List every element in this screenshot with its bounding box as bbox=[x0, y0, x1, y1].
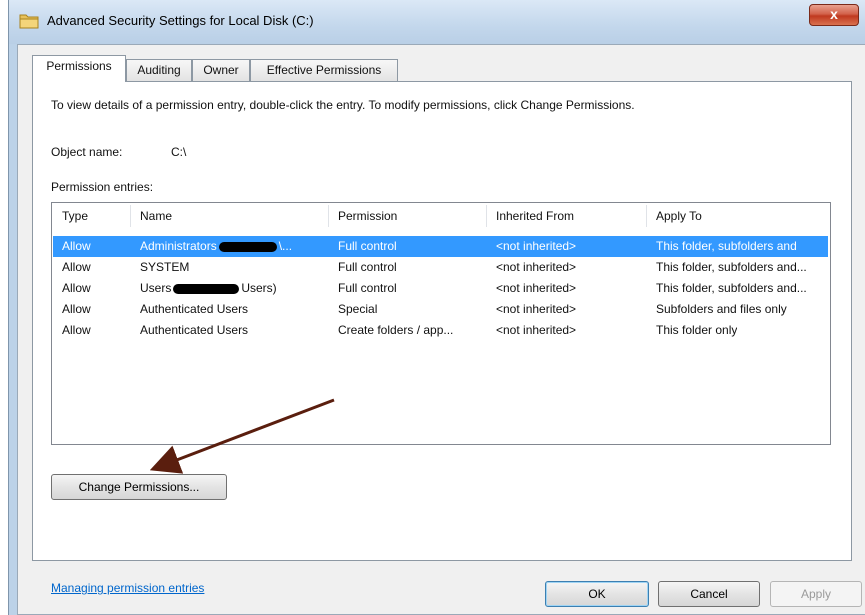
permission-entries-label: Permission entries: bbox=[51, 180, 154, 194]
cell-type: Allow bbox=[62, 239, 91, 253]
cell-permission: Special bbox=[338, 302, 378, 316]
column-header-name[interactable]: Name bbox=[140, 209, 172, 223]
cell-name: Authenticated Users bbox=[140, 302, 249, 316]
list-header: Type Name Permission Inherited From Appl… bbox=[52, 203, 830, 229]
cell-inherited-from: <not inherited> bbox=[496, 281, 577, 295]
cell-apply-to: This folder, subfolders and... bbox=[656, 281, 807, 295]
cell-permission: Full control bbox=[338, 281, 397, 295]
cell-inherited-from: <not inherited> bbox=[496, 302, 577, 316]
cell-type: Allow bbox=[62, 302, 91, 316]
permissions-panel: To view details of a permission entry, d… bbox=[32, 81, 852, 595]
cell-name: Users Users) bbox=[140, 281, 277, 295]
table-row[interactable]: Allow Administrators \... Full control <n… bbox=[53, 236, 828, 257]
redaction-mark bbox=[173, 283, 240, 294]
cell-apply-to: This folder only bbox=[656, 323, 738, 337]
redaction-mark bbox=[218, 241, 277, 252]
column-header-permission[interactable]: Permission bbox=[338, 209, 397, 223]
cell-type: Allow bbox=[62, 260, 91, 274]
cell-name: Administrators \... bbox=[140, 239, 293, 253]
managing-permission-entries-link[interactable]: Managing permission entries bbox=[51, 581, 204, 595]
cell-name: SYSTEM bbox=[140, 260, 190, 274]
permission-entries-list[interactable]: Type Name Permission Inherited From Appl… bbox=[51, 202, 831, 445]
column-divider[interactable] bbox=[486, 205, 487, 227]
column-header-type[interactable]: Type bbox=[62, 209, 88, 223]
column-divider[interactable] bbox=[328, 205, 329, 227]
column-divider[interactable] bbox=[646, 205, 647, 227]
cell-type: Allow bbox=[62, 281, 91, 295]
cell-permission: Full control bbox=[338, 239, 397, 253]
security-settings-window: Advanced Security Settings for Local Dis… bbox=[8, 0, 865, 615]
close-icon: x bbox=[830, 6, 838, 22]
title-bar[interactable]: Advanced Security Settings for Local Dis… bbox=[9, 0, 865, 44]
column-header-inherited-from[interactable]: Inherited From bbox=[496, 209, 574, 223]
cell-apply-to: This folder, subfolders and... bbox=[656, 260, 807, 274]
object-name-value: C:\ bbox=[171, 145, 187, 159]
table-row[interactable]: Allow Users Users) Full control <not inhe… bbox=[53, 278, 828, 299]
tab-owner[interactable]: Owner bbox=[192, 59, 250, 81]
folder-icon bbox=[19, 14, 39, 29]
cell-inherited-from: <not inherited> bbox=[496, 260, 577, 274]
apply-button[interactable]: Apply bbox=[770, 581, 862, 607]
cell-type: Allow bbox=[62, 323, 91, 337]
column-divider[interactable] bbox=[130, 205, 131, 227]
ok-button[interactable]: OK bbox=[545, 581, 649, 607]
object-name-label: Object name: bbox=[51, 145, 123, 159]
change-permissions-button[interactable]: Change Permissions... bbox=[51, 474, 227, 500]
cell-name: Authenticated Users bbox=[140, 323, 249, 337]
table-row[interactable]: Allow Authenticated Users Special <not i… bbox=[53, 299, 828, 320]
column-header-apply-to[interactable]: Apply To bbox=[656, 209, 702, 223]
table-row[interactable]: Allow Authenticated Users Create folders… bbox=[53, 320, 828, 341]
window-title: Advanced Security Settings for Local Dis… bbox=[47, 13, 314, 28]
tab-effective-permissions[interactable]: Effective Permissions bbox=[250, 59, 398, 81]
cell-inherited-from: <not inherited> bbox=[496, 239, 577, 253]
dialog-body: Permissions Auditing Owner Effective Per… bbox=[17, 44, 865, 615]
instructions-text: To view details of a permission entry, d… bbox=[51, 98, 635, 112]
cell-permission: Full control bbox=[338, 260, 397, 274]
cell-permission: Create folders / app... bbox=[338, 323, 454, 337]
table-row[interactable]: Allow SYSTEM Full control <not inherited… bbox=[53, 257, 828, 278]
cell-apply-to: Subfolders and files only bbox=[656, 302, 787, 316]
cell-inherited-from: <not inherited> bbox=[496, 323, 577, 337]
tab-auditing[interactable]: Auditing bbox=[126, 59, 192, 81]
cell-apply-to: This folder, subfolders and bbox=[656, 239, 797, 253]
tab-permissions[interactable]: Permissions bbox=[32, 55, 126, 82]
cancel-button[interactable]: Cancel bbox=[658, 581, 760, 607]
close-button[interactable]: x bbox=[809, 4, 859, 26]
